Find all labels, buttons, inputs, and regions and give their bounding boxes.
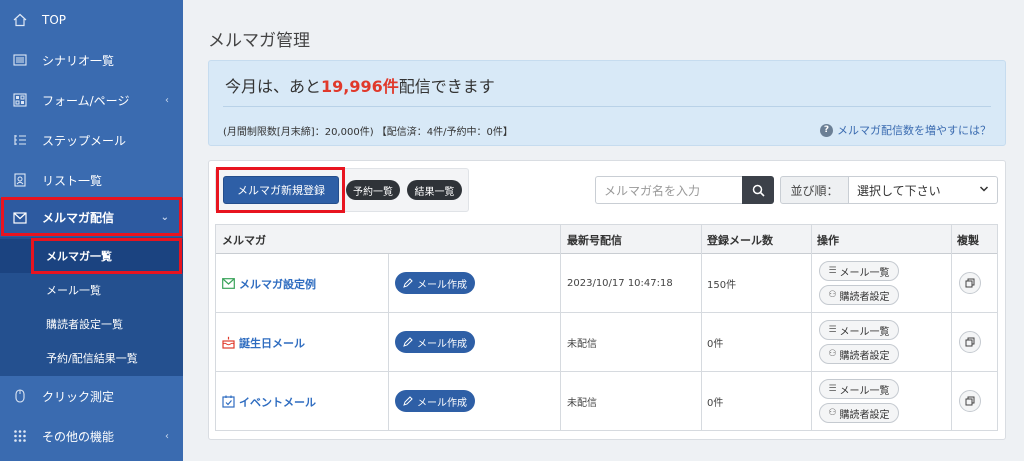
subscriber-settings-button[interactable]: ⚇ 購読者設定 <box>819 344 899 364</box>
compose-mail-button[interactable]: メール作成 <box>395 390 475 412</box>
result-list-button[interactable]: 結果一覧 <box>407 180 462 200</box>
form-icon <box>12 92 28 108</box>
sidebar-item-list[interactable]: リスト一覧 <box>0 160 183 200</box>
envelope-icon <box>12 210 28 226</box>
column-header-count: 登録メール数 <box>707 233 773 247</box>
users-icon: ⚇ <box>828 349 837 359</box>
copy-icon <box>965 278 975 288</box>
sidebar-submenu: メルマガ一覧 メール一覧 購読者設定一覧 予約/配信結果一覧 <box>0 237 183 376</box>
pen-icon <box>403 278 413 288</box>
sidebar-item-mailmag[interactable]: メルマガ配信 ⌄ <box>0 198 183 237</box>
column-header-latest: 最新号配信 <box>567 233 622 247</box>
sort-label: 並び順： <box>780 176 849 204</box>
reserve-list-button[interactable]: 予約一覧 <box>346 180 400 200</box>
column-header-duplicate: 複製 <box>957 233 979 247</box>
remaining-count: 19,996件 <box>321 77 399 96</box>
sidebar-item-click-tracking[interactable]: クリック測定 <box>0 376 183 416</box>
users-icon: ⚇ <box>828 408 837 418</box>
calendar-check-icon <box>222 395 235 408</box>
pen-icon <box>403 396 413 406</box>
users-icon: ⚇ <box>828 290 837 300</box>
list-icon: ☰ <box>828 266 837 276</box>
cake-icon <box>222 336 235 349</box>
address-book-icon <box>12 172 28 188</box>
registered-count: 150件 <box>707 280 737 291</box>
table-row: 誕生日メール メール作成 未配信 0件 ☰ メール一覧 ⚇ 購読者設定 <box>216 313 997 372</box>
subscriber-settings-button[interactable]: ⚇ 購読者設定 <box>819 285 899 305</box>
duplicate-button[interactable] <box>959 272 981 294</box>
chevron-down-icon <box>979 184 989 197</box>
sidebar-item-scenario-list[interactable]: シナリオ一覧 <box>0 40 183 80</box>
latest-delivery: 未配信 <box>567 398 597 409</box>
page-title: メルマガ管理 <box>208 31 310 51</box>
mail-list-button[interactable]: ☰ メール一覧 <box>819 379 899 399</box>
duplicate-button[interactable] <box>959 331 981 353</box>
mailmag-name-link[interactable]: 誕生日メール <box>222 335 305 351</box>
new-mailmag-button[interactable]: メルマガ新規登録 <box>223 176 339 204</box>
sidebar-item-top[interactable]: TOP <box>0 0 183 40</box>
search-input[interactable]: メルマガ名を入力 <box>595 176 742 204</box>
steps-icon <box>12 132 28 148</box>
sidebar-subitem-mail-list[interactable]: メール一覧 <box>0 273 183 307</box>
latest-delivery: 2023/10/17 10:47:18 <box>567 278 673 289</box>
sidebar: TOP シナリオ一覧 フォーム/ページ ‹ ステップメール リスト一覧 メルマガ… <box>0 0 183 461</box>
search-icon <box>752 184 765 197</box>
subscriber-settings-button[interactable]: ⚇ 購読者設定 <box>819 403 899 423</box>
search-button[interactable] <box>742 176 774 204</box>
sidebar-subitem-reserve-results[interactable]: 予約/配信結果一覧 <box>0 341 183 375</box>
monthly-limit-detail: (月間制限数[月末締]：20,000件) 【配信済：4件/予約中：0件】 <box>223 127 513 138</box>
duplicate-button[interactable] <box>959 390 981 412</box>
mailmag-table: メルマガ 最新号配信 登録メール数 操作 複製 メルマガ設定例 メール作成 20… <box>215 224 998 431</box>
mail-list-button[interactable]: ☰ メール一覧 <box>819 320 899 340</box>
compose-mail-button[interactable]: メール作成 <box>395 272 475 294</box>
envelope-icon <box>222 278 235 289</box>
copy-icon <box>965 337 975 347</box>
latest-delivery: 未配信 <box>567 339 597 350</box>
sidebar-item-other-functions[interactable]: その他の機能 ‹ <box>0 416 183 456</box>
help-link[interactable]: ? メルマガ配信数を増やすには？ <box>820 122 991 138</box>
column-header-operations: 操作 <box>817 233 839 247</box>
compose-mail-button[interactable]: メール作成 <box>395 331 475 353</box>
chevron-left-icon: ‹ <box>165 430 169 442</box>
mouse-icon <box>12 388 28 404</box>
copy-icon <box>965 396 975 406</box>
list-icon: ☰ <box>828 384 837 394</box>
sidebar-subitem-mailmag-list[interactable]: メルマガ一覧 <box>0 239 183 273</box>
registered-count: 0件 <box>707 398 724 409</box>
info-divider <box>223 106 991 107</box>
mail-list-button[interactable]: ☰ メール一覧 <box>819 261 899 281</box>
table-header: メルマガ 最新号配信 登録メール数 操作 複製 <box>216 225 997 254</box>
sidebar-item-step-mail[interactable]: ステップメール <box>0 120 183 160</box>
list-icon: ☰ <box>828 325 837 335</box>
question-icon: ? <box>820 123 833 137</box>
table-row: メルマガ設定例 メール作成 2023/10/17 10:47:18 150件 ☰… <box>216 254 997 313</box>
sidebar-subitem-subscriber-settings[interactable]: 購読者設定一覧 <box>0 307 183 341</box>
mailmag-name-link[interactable]: メルマガ設定例 <box>222 276 316 292</box>
pen-icon <box>403 337 413 347</box>
list-icon <box>12 52 28 68</box>
sidebar-item-form-page[interactable]: フォーム/ページ ‹ <box>0 80 183 120</box>
remaining-count-message: 今月は、あと19,996件配信できます <box>225 77 495 96</box>
chevron-left-icon: ‹ <box>165 94 169 106</box>
chevron-down-icon: ⌄ <box>160 212 169 223</box>
sort-select[interactable]: 選択して下さい <box>849 176 998 204</box>
table-row: イベントメール メール作成 未配信 0件 ☰ メール一覧 ⚇ 購読者設定 <box>216 372 997 431</box>
registered-count: 0件 <box>707 339 724 350</box>
mailmag-name-link[interactable]: イベントメール <box>222 394 316 410</box>
home-icon <box>12 12 28 28</box>
column-header-mailmag: メルマガ <box>222 233 266 247</box>
grid-dots-icon <box>12 428 28 444</box>
info-box: 今月は、あと19,996件配信できます (月間制限数[月末締]：20,000件)… <box>208 60 1006 146</box>
